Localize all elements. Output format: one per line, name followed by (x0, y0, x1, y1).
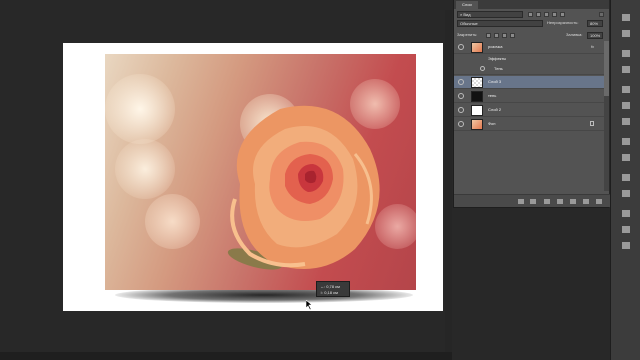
filter-label: Вид (463, 12, 471, 17)
rose-icon (227, 105, 380, 270)
layer-row-layer3[interactable]: Слой 3 (454, 76, 604, 89)
layer-name: Слой 3 (488, 79, 502, 84)
filter-pixel-icon[interactable] (528, 12, 533, 17)
eye-icon[interactable] (458, 79, 464, 85)
layer-name: Фон (488, 121, 496, 126)
layer-thumbnail (471, 105, 483, 116)
lock-transparency-icon[interactable] (486, 33, 491, 38)
layer-thumbnail (471, 77, 483, 88)
horizontal-scrollbar[interactable] (0, 352, 452, 360)
fx-badge[interactable]: fx (591, 44, 594, 49)
character-icon[interactable] (622, 138, 630, 145)
layers-scrollbar[interactable] (604, 41, 609, 191)
measure-tooltip: ↔: 0,78 см ↕: 0,18 см (316, 281, 350, 297)
layer-thumbnail (471, 119, 483, 130)
layer-row-background[interactable]: Фон (454, 118, 604, 131)
effects-label: Эффекты (488, 56, 507, 61)
filter-adjust-icon[interactable] (536, 12, 541, 17)
eye-icon[interactable] (458, 44, 464, 50)
lock-pixels-icon[interactable] (494, 33, 499, 38)
paragraph-icon[interactable] (622, 154, 630, 161)
fill-input[interactable]: 100% (587, 32, 603, 39)
link-icon[interactable] (518, 199, 524, 204)
lock-position-icon[interactable] (502, 33, 507, 38)
tab-layers[interactable]: Слои (456, 1, 478, 9)
brush-icon[interactable] (622, 174, 630, 181)
document-canvas[interactable]: ↔: 0,78 см ↕: 0,18 см (0, 0, 452, 360)
styles-icon[interactable] (622, 118, 630, 125)
effects-row[interactable]: Эффекты (454, 54, 604, 64)
tooltip-height: ↕: 0,18 см (320, 290, 338, 295)
vertical-scrollbar[interactable] (445, 10, 452, 352)
history-icon[interactable] (622, 14, 630, 21)
fx-icon[interactable] (530, 199, 536, 204)
folder-icon[interactable] (570, 199, 576, 204)
panel-tab-strip: Слои (454, 0, 609, 9)
color-icon[interactable] (622, 86, 630, 93)
lock-icon (590, 121, 594, 126)
effect-shadow-label: Тень (494, 66, 503, 71)
mask-icon[interactable] (544, 199, 550, 204)
effect-shadow-row[interactable]: Тень (454, 64, 604, 75)
actions-icon[interactable] (622, 30, 630, 37)
layers-icon[interactable] (622, 210, 630, 217)
lock-all-icon[interactable] (510, 33, 515, 38)
layer-row-shadow[interactable]: тень (454, 90, 604, 103)
layer-thumbnail (471, 91, 483, 102)
paths-icon[interactable] (622, 242, 630, 249)
blend-row: Обычные Непрозрачность: 80% (454, 19, 610, 29)
rose-photo (105, 54, 416, 290)
eye-icon[interactable] (458, 121, 464, 127)
properties-icon[interactable] (622, 66, 630, 73)
new-layer-icon[interactable] (583, 199, 589, 204)
eye-icon[interactable] (480, 66, 485, 71)
layers-panel: Слои ⌕ Вид Обычные Непрозрачность: 80% З… (453, 0, 610, 208)
layer-list: розочка fx Эффекты Тень Слой 3 тень Слой… (454, 41, 604, 191)
panel-bottom-bar (454, 194, 610, 207)
trash-icon[interactable] (596, 199, 602, 204)
eye-icon[interactable] (458, 93, 464, 99)
layer-row-rose[interactable]: розочка fx (454, 41, 604, 54)
filter-shape-icon[interactable] (552, 12, 557, 17)
lock-label: Закрепить: (457, 32, 478, 37)
opacity-input[interactable]: 80% (587, 20, 603, 27)
layer-name: розочка (488, 44, 503, 49)
adjustment-icon[interactable] (557, 199, 563, 204)
clone-source-icon[interactable] (622, 190, 630, 197)
filter-row: ⌕ Вид (454, 10, 610, 19)
layer-name: Слой 2 (488, 107, 502, 112)
blend-mode-select[interactable]: Обычные (457, 20, 543, 27)
lock-row: Закрепить: Заливка: 100% (454, 30, 610, 40)
filter-type-icon[interactable] (544, 12, 549, 17)
layer-row-layer2[interactable]: Слой 2 (454, 104, 604, 117)
panel-icon-strip (610, 0, 640, 360)
adjustments-icon[interactable] (622, 50, 630, 57)
filter-select[interactable]: ⌕ Вид (457, 11, 523, 18)
mouse-cursor-icon (306, 300, 313, 310)
filter-toggle-icon[interactable] (599, 12, 604, 17)
channels-icon[interactable] (622, 226, 630, 233)
swatches-icon[interactable] (622, 102, 630, 109)
opacity-label: Непрозрачность: (547, 20, 579, 25)
layer-name: тень (488, 93, 497, 98)
eye-icon[interactable] (458, 107, 464, 113)
filter-smart-icon[interactable] (560, 12, 565, 17)
layer-thumbnail (471, 42, 483, 53)
layers-scrollbar-thumb[interactable] (604, 41, 609, 96)
fill-label: Заливка: (566, 32, 583, 37)
